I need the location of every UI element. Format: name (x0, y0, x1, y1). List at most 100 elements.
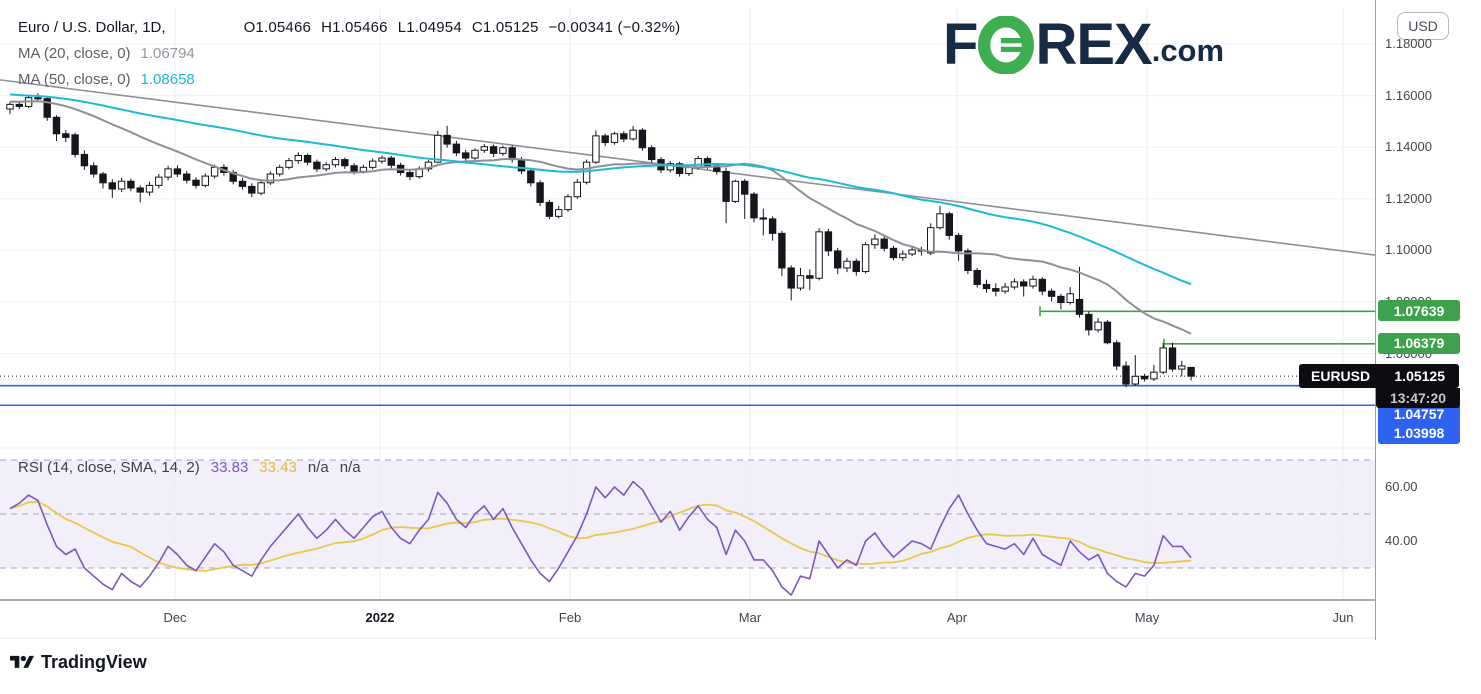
candle (1021, 282, 1027, 286)
candle (900, 254, 906, 258)
candle (788, 268, 794, 288)
candle (537, 183, 543, 203)
candle (7, 104, 13, 109)
candle (751, 194, 757, 218)
candle (1048, 291, 1054, 296)
candle (277, 167, 283, 174)
level-label-green-1: 1.07639 (1378, 300, 1460, 321)
candle (174, 169, 180, 174)
price-axis[interactable]: USD 1.07639 1.06379 1.04757 1.03998 1.18… (1375, 0, 1481, 640)
candle (955, 235, 961, 250)
month-label: May (1135, 610, 1160, 625)
candle (1067, 294, 1073, 303)
rsi-legend-row[interactable]: RSI (14, close, SMA, 14, 2) 33.83 33.43 … (18, 459, 361, 476)
candle (81, 154, 87, 165)
candle (779, 233, 785, 268)
candle (435, 135, 441, 162)
level-label-blue-block: 1.04757 1.03998 (1378, 404, 1460, 444)
level-label-green-2: 1.06379 (1378, 333, 1460, 354)
ma20-label: MA (20, close, 0) (18, 45, 131, 62)
month-label: Mar (739, 610, 761, 625)
candle (202, 176, 208, 185)
symbol-legend-row[interactable]: Euro / U.S. Dollar, 1D, O1.05466 H1.0546… (18, 14, 680, 40)
candle (732, 181, 738, 201)
ma50-legend-row[interactable]: MA (50, close, 0) 1.08658 (18, 66, 680, 92)
candle (983, 284, 989, 288)
forex-logo-rex: REX (1035, 17, 1151, 73)
candle (1132, 376, 1138, 384)
candle (1002, 287, 1008, 291)
candle (295, 155, 301, 160)
candle (565, 197, 571, 210)
candle (993, 289, 999, 292)
price-tick-label: 1.14000 (1385, 139, 1432, 154)
candle (407, 172, 413, 176)
candle (1141, 376, 1147, 379)
candle (193, 180, 199, 185)
level-label-blue-2: 1.03998 (1394, 424, 1445, 443)
candle (937, 214, 943, 228)
time-axis[interactable]: Dec2022FebMarAprMayJun (0, 600, 1375, 640)
candle (611, 134, 617, 143)
candle (463, 153, 469, 158)
candles (7, 93, 1195, 387)
candle (118, 181, 124, 189)
forex-logo-com: .com (1152, 33, 1224, 69)
ma50-value: 1.08658 (141, 71, 195, 88)
candle (286, 161, 292, 168)
month-label: Jun (1333, 610, 1354, 625)
month-label: Dec (163, 610, 186, 625)
candle (211, 167, 217, 176)
price-and-rsi-panes[interactable] (0, 0, 1375, 640)
candle (630, 130, 636, 139)
price-tick-label: 1.12000 (1385, 191, 1432, 206)
candle (91, 166, 97, 174)
ohlc-values: O1.05466 H1.05466 L1.04954 C1.05125 −0.0… (244, 19, 681, 36)
ohlc-close: C1.05125 (472, 19, 539, 36)
candle (304, 155, 310, 162)
tradingview-attribution[interactable]: TradingView (10, 652, 147, 673)
candle (63, 134, 69, 138)
candle (602, 136, 608, 143)
ma20-value: 1.06794 (141, 45, 195, 62)
candle (137, 188, 143, 192)
ma20-legend-row[interactable]: MA (20, close, 0) 1.06794 (18, 40, 680, 66)
candle (1076, 299, 1082, 314)
candle (146, 185, 152, 192)
ohlc-low: L1.04954 (398, 19, 462, 36)
last-price-symbol: EURUSD (1299, 368, 1380, 384)
candle (1160, 348, 1166, 372)
tradingview-logo-text: TradingView (41, 652, 147, 673)
candle (1188, 367, 1194, 376)
ohlc-open: O1.05466 (244, 19, 312, 36)
candle (881, 239, 887, 248)
candle (370, 161, 376, 167)
candle (928, 228, 934, 253)
last-price-countdown: 13:47:20 (1376, 388, 1460, 408)
forex-logo-f: F (943, 17, 977, 73)
candle (528, 171, 534, 183)
candle (1011, 282, 1017, 287)
tradingview-logo-icon (10, 653, 34, 672)
price-tick-label: 1.18000 (1385, 36, 1432, 51)
rsi-na-1: n/a (308, 459, 329, 476)
candle (128, 181, 134, 188)
candle (72, 135, 78, 155)
candle (621, 134, 627, 139)
rsi-label: RSI (14, close, SMA, 14, 2) (18, 459, 200, 476)
last-price-value: 1.05125 (1394, 368, 1459, 384)
ohlc-change: −0.00341 (−0.32%) (549, 19, 681, 36)
candle (546, 202, 552, 216)
candle (500, 148, 506, 154)
rsi-na-2: n/a (340, 459, 361, 476)
month-label: Apr (947, 610, 967, 625)
candle (946, 214, 952, 236)
candle (314, 162, 320, 169)
candle (1030, 279, 1036, 286)
candle (156, 177, 162, 185)
candle (742, 181, 748, 194)
candle (472, 150, 478, 158)
month-label: Feb (559, 610, 581, 625)
rsi-tick-label: 40.00 (1385, 533, 1418, 548)
rsi-tick-label: 60.00 (1385, 479, 1418, 494)
